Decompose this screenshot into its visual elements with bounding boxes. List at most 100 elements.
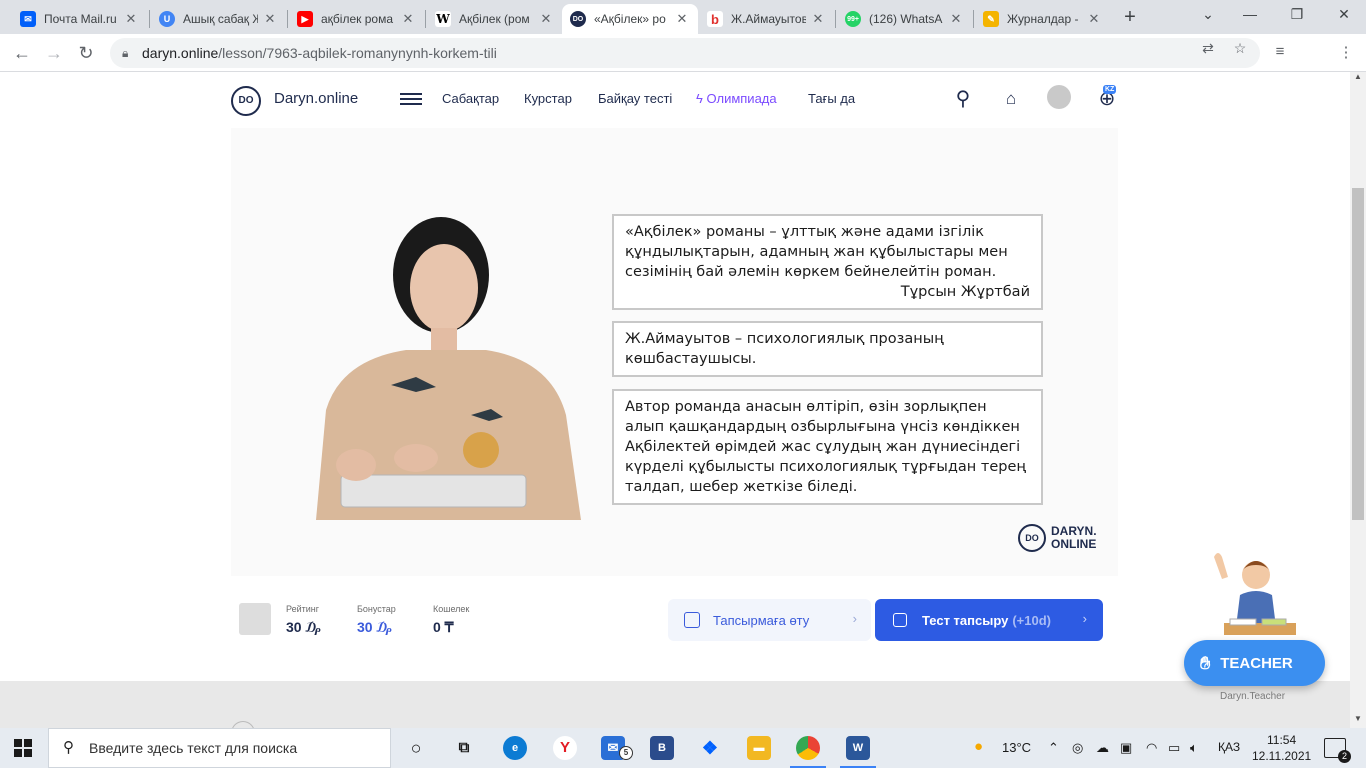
tab-wikipedia[interactable]: W Ақбілек (ром ✕ (427, 4, 562, 34)
translate-icon[interactable]: ⇄ (1199, 40, 1217, 58)
tab-mail-ru[interactable]: ✉ Почта Mail.ru ✕ (12, 4, 147, 34)
bonus-value: 30 ₯ (357, 619, 392, 635)
close-icon[interactable]: ✕ (538, 11, 554, 27)
rating-value: 30 ₯ (286, 619, 321, 635)
battery-icon[interactable]: ▭ (1168, 740, 1180, 756)
nav-courses[interactable]: Курстар (524, 91, 572, 106)
quote-author: Тұрсын Жұртбай (900, 284, 1030, 300)
url-path: /lesson/7963-aqbilek-romanynynh-korkem-t… (218, 45, 497, 61)
close-window-button[interactable]: ✕ (1330, 6, 1358, 28)
chevron-up-icon[interactable]: ⌃ (1048, 740, 1059, 756)
close-icon[interactable]: ✕ (674, 11, 690, 27)
tab-journals[interactable]: ✎ Журналдар - ✕ (975, 4, 1110, 34)
bonus-stat: Бонустар 30 ₯ (357, 604, 396, 635)
scroll-up-arrow-icon[interactable]: ▲ (1350, 72, 1366, 86)
mail-ru-icon: ✉ (20, 11, 36, 27)
close-icon[interactable]: ✕ (400, 11, 416, 27)
weather-sun-icon: ● (974, 738, 984, 755)
tab-aimauytov[interactable]: b Ж.Аймауытов ✕ (699, 4, 834, 34)
site-logo[interactable]: DO (231, 86, 261, 116)
tab-daryn-online-active[interactable]: DO «Ақбілек» ро ✕ (562, 4, 698, 34)
chrome-icon[interactable] (790, 736, 826, 768)
file-explorer-icon[interactable]: ▬ (747, 736, 771, 760)
whatsapp-icon: 99+ (845, 11, 861, 27)
u-letter-icon: U (159, 11, 175, 27)
minimize-button[interactable]: — (1236, 6, 1264, 28)
new-tab-button[interactable]: + (1118, 6, 1142, 30)
volume-icon[interactable]: 🔈︎ (1190, 740, 1198, 756)
search-icon[interactable]: ⚲ (950, 86, 976, 112)
wifi-icon[interactable]: ◠ (1146, 740, 1157, 756)
nav-trial-test[interactable]: Байқау тесті (598, 91, 672, 106)
b-app-icon[interactable]: B (650, 736, 674, 760)
wallet-stat: Кошелек 0 ₸ (433, 604, 469, 636)
address-bar[interactable]: 🔒︎ daryn.online/lesson/7963-aqbilek-roma… (110, 38, 1260, 68)
tab-separator (425, 10, 426, 28)
shopping-bag-icon[interactable]: ⌂ (998, 86, 1024, 112)
yandex-browser-icon[interactable]: Y (553, 736, 577, 760)
close-icon[interactable]: ✕ (123, 11, 139, 27)
dropbox-icon[interactable]: ❖ (698, 736, 722, 760)
tab-ashyk-sabak[interactable]: U Ашық сабақ Ж ✕ (151, 4, 286, 34)
word-icon[interactable]: W (840, 736, 876, 768)
media-control-icon[interactable]: ≡ (1270, 43, 1290, 63)
close-icon[interactable]: ✕ (262, 11, 278, 27)
go-to-task-button[interactable]: Тапсырмаға өту › (668, 599, 871, 641)
take-test-button[interactable]: Тест тапсыру (+10d) › (875, 599, 1103, 641)
scroll-down-arrow-icon[interactable]: ▼ (1350, 714, 1366, 728)
edge-icon[interactable]: e (503, 736, 527, 760)
page-scrollbar[interactable]: ▲ ▼ (1350, 72, 1366, 728)
restore-button[interactable]: ❐ (1283, 6, 1311, 28)
meet-now-icon[interactable]: ◎ (1072, 740, 1083, 756)
daryn-online-icon: DO (570, 11, 586, 27)
device-icon[interactable]: ▣ (1120, 740, 1132, 756)
close-icon[interactable]: ✕ (948, 11, 964, 27)
test-bonus-label: (+10d) (1012, 612, 1051, 628)
windows-start-icon[interactable] (14, 739, 32, 757)
tab-youtube[interactable]: ▶ ақбілек рома ✕ (289, 4, 424, 34)
wallet-value: 0 ₸ (433, 619, 454, 635)
close-icon[interactable]: ✕ (1086, 11, 1102, 27)
page-footer (0, 681, 1350, 728)
note-text: Ж.Аймауытов – психологиялық прозаның көш… (625, 331, 944, 367)
mail-badge: 5 (619, 746, 633, 760)
lock-icon[interactable]: 🔒︎ (122, 38, 128, 68)
nav-olympiad[interactable]: ϟ Олимпиада (696, 91, 777, 106)
forward-arrow-icon[interactable]: → (42, 41, 66, 65)
lesson-video-player[interactable]: «Ақбілек» романы – ұлттық және адами ізг… (231, 128, 1118, 576)
close-icon[interactable]: ✕ (810, 11, 826, 27)
teacher-button[interactable]: ✋︎ TEACHER (1184, 640, 1325, 686)
task-list-icon (684, 612, 700, 628)
tab-separator (973, 10, 974, 28)
hamburger-menu-icon[interactable] (400, 93, 422, 105)
user-avatar[interactable] (1047, 85, 1071, 109)
bookmark-star-icon[interactable]: ☆ (1231, 40, 1249, 58)
chevron-right-icon: › (852, 611, 857, 626)
language-badge[interactable]: KZ (1103, 85, 1117, 94)
taskbar-clock[interactable]: 11:54 12.11.2021 (1252, 732, 1311, 764)
cortana-icon[interactable]: ○ (404, 736, 428, 760)
notification-center-icon[interactable]: 2 (1324, 738, 1351, 763)
lightning-icon: ϟ (696, 91, 703, 106)
browser-toolbar: ← → ↻ 🔒︎ daryn.online/lesson/7963-aqbile… (0, 34, 1366, 96)
bonus-label: Бонустар (357, 604, 396, 614)
task-view-icon[interactable]: ⧉ (452, 736, 476, 760)
tab-separator (149, 10, 150, 28)
weather-temperature[interactable]: 13°C (1002, 740, 1031, 755)
reload-icon[interactable]: ↻ (74, 41, 98, 65)
page-viewport: DO Daryn.online Сабақтар Курстар Байқау … (0, 72, 1350, 728)
note-box-psychological-prose: Ж.Аймауытов – психологиялық прозаның көш… (612, 321, 1043, 377)
site-name[interactable]: Daryn.online (274, 90, 358, 107)
taskbar-search-box[interactable]: ⚲ Введите здесь текст для поиска (48, 728, 391, 768)
tab-search-icon[interactable]: ⌄ (1194, 6, 1222, 28)
journal-icon: ✎ (983, 11, 999, 27)
nav-more[interactable]: Тағы да (808, 91, 855, 106)
tab-whatsapp[interactable]: 99+ (126) WhatsA ✕ (837, 4, 972, 34)
nav-lessons[interactable]: Сабақтар (442, 91, 499, 106)
menu-kebab-icon[interactable]: ⋮ (1336, 43, 1356, 63)
scrollbar-thumb[interactable] (1352, 188, 1364, 520)
cloud-icon[interactable]: ☁ (1096, 740, 1109, 756)
teacher-button-label: TEACHER (1220, 654, 1293, 672)
input-language[interactable]: ҚАЗ (1218, 740, 1240, 754)
back-arrow-icon[interactable]: ← (10, 41, 34, 65)
